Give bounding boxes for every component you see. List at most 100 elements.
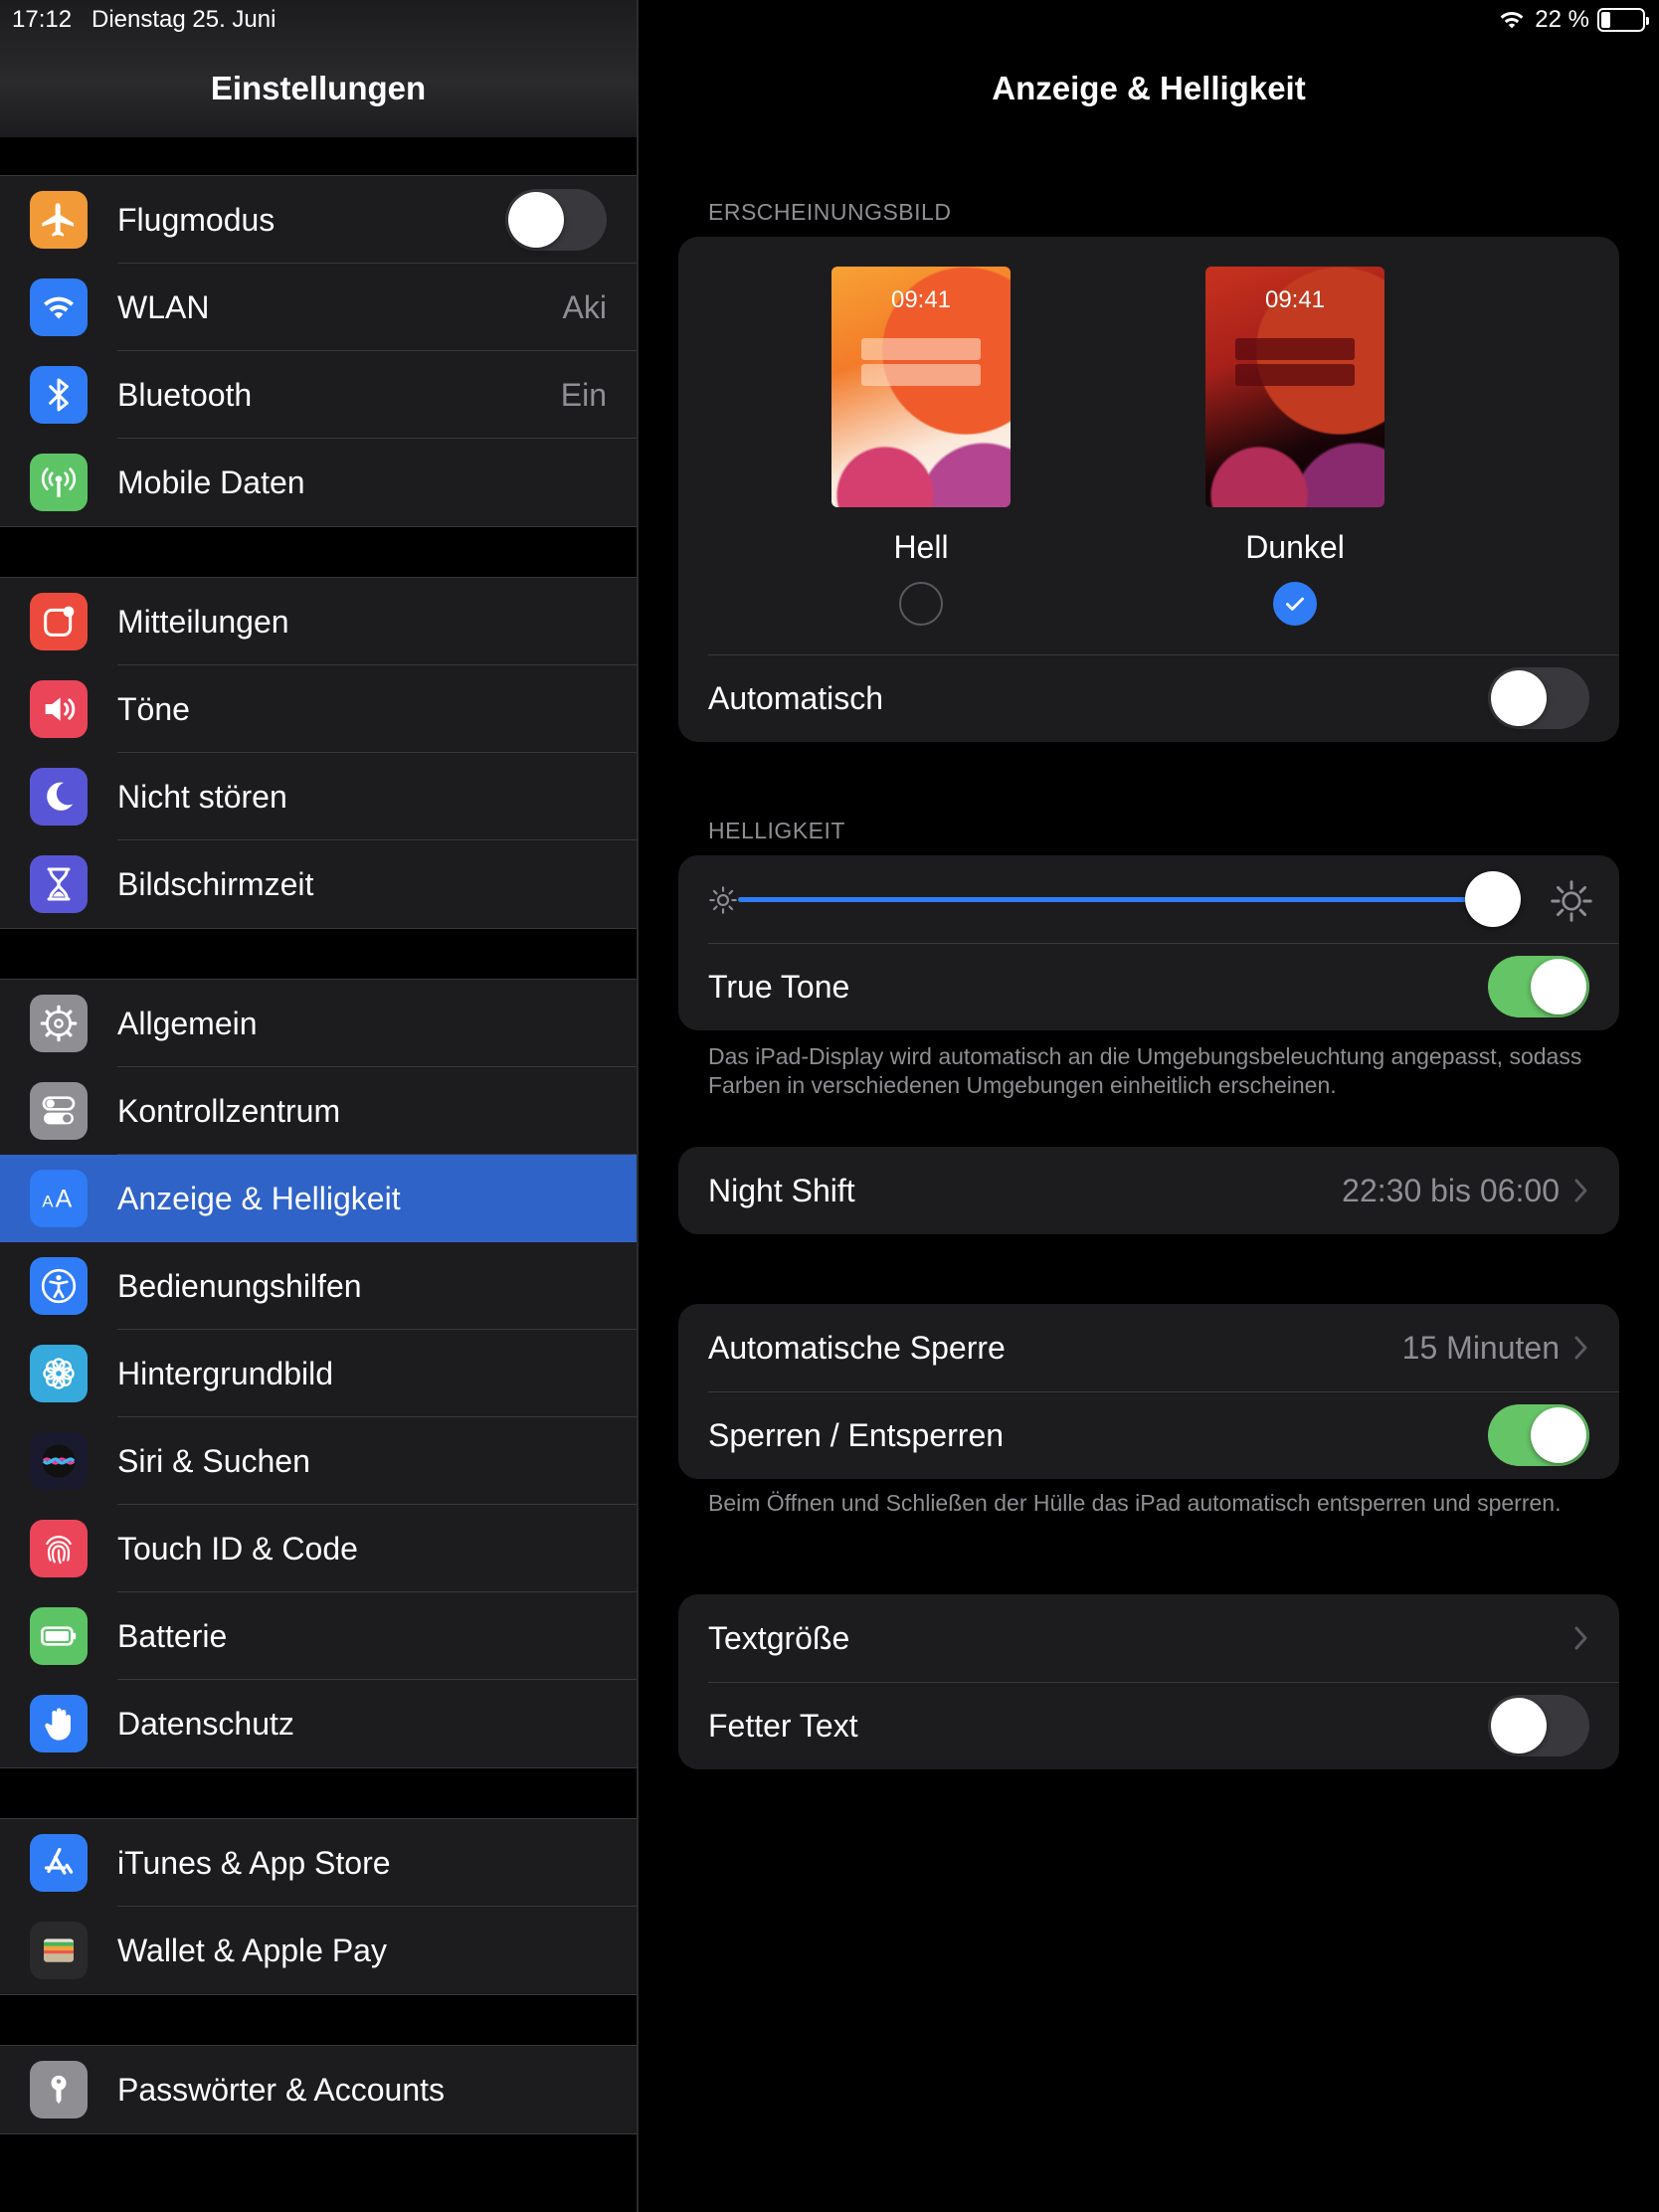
battery-status-icon	[1597, 8, 1649, 32]
gear-icon	[30, 995, 88, 1052]
lock-unlock-toggle[interactable]	[1488, 1404, 1589, 1466]
status-time: 17:12	[12, 6, 73, 33]
sidebar-item-label: Hintergrundbild	[117, 1355, 334, 1391]
night-shift-row[interactable]: Night Shift 22:30 bis 06:00	[678, 1147, 1619, 1234]
sidebar-item-label: Mobile Daten	[117, 463, 305, 500]
flugmodus-toggle[interactable]	[505, 189, 607, 251]
true-tone-toggle[interactable]	[1488, 956, 1589, 1017]
sidebar-group: Passwörter & Accounts	[0, 2045, 637, 2134]
automatic-label: Automatisch	[708, 679, 884, 716]
auto-lock-row[interactable]: Automatische Sperre 15 Minuten	[678, 1304, 1619, 1391]
sidebar-item-bluetooth[interactable]: Bluetooth Ein	[0, 351, 637, 439]
battery-icon	[30, 1607, 88, 1665]
sidebar-item-touch-id-code[interactable]: Touch ID & Code	[0, 1505, 637, 1592]
sidebar-item-bedienungshilfen[interactable]: Bedienungshilfen	[0, 1242, 637, 1330]
sidebar-item-itunes-app-store[interactable]: iTunes & App Store	[0, 1819, 637, 1907]
detail-pane: Anzeige & Helligkeit ERSCHEINUNGSBILD 09…	[639, 0, 1659, 2212]
sidebar-item-wlan[interactable]: WLAN Aki	[0, 264, 637, 351]
dark-mode-option[interactable]: 09:41 Dunkel	[1205, 267, 1384, 626]
lock-unlock-label: Sperren / Entsperren	[708, 1416, 1005, 1453]
sidebar-item-anzeige-helligkeit[interactable]: A A Anzeige & Helligkeit	[0, 1155, 637, 1242]
automatic-row: Automatisch	[678, 654, 1619, 742]
toggle-knob	[1491, 670, 1547, 726]
speaker-icon	[30, 680, 88, 738]
sidebar-item-kontrollzentrum[interactable]: Kontrollzentrum	[0, 1067, 637, 1155]
sidebar-item-datenschutz[interactable]: Datenschutz	[0, 1680, 637, 1767]
accessibility-icon	[30, 1257, 88, 1315]
dark-preview-time: 09:41	[1264, 286, 1326, 313]
wifi-status-icon	[1500, 11, 1524, 29]
svg-text:A: A	[42, 1192, 54, 1210]
dark-preview-widget	[1235, 364, 1355, 386]
sidebar-item-label: Bedienungshilfen	[117, 1267, 362, 1304]
sidebar-item-siri-suchen[interactable]: Siri & Suchen	[0, 1417, 637, 1505]
row-separator	[708, 654, 1619, 655]
sidebar-item-label: Anzeige & Helligkeit	[117, 1180, 401, 1216]
row-separator	[708, 1682, 1619, 1683]
sidebar-item-label: Flugmodus	[117, 201, 276, 238]
brightness-slider-thumb[interactable]	[1464, 871, 1521, 927]
chevron-right-icon	[1574, 1179, 1587, 1202]
sidebar-item-value: Aki	[562, 288, 607, 325]
sidebar-item-nicht-stören[interactable]: Nicht stören	[0, 753, 637, 840]
hourglass-icon	[30, 855, 88, 913]
sidebar-item-label: WLAN	[117, 288, 210, 325]
sidebar-item-hintergrundbild[interactable]: Hintergrundbild	[0, 1330, 637, 1417]
brightness-slider-fill	[738, 897, 1493, 902]
toggle-knob	[1531, 1407, 1586, 1463]
sidebar-item-label: Allgemein	[117, 1005, 258, 1041]
sun-large-icon	[1551, 880, 1592, 922]
toggle-knob	[508, 192, 564, 248]
auto-lock-value: 15 Minuten	[1401, 1329, 1560, 1366]
wifi-icon	[30, 278, 88, 336]
sidebar-item-label: Töne	[117, 690, 190, 727]
sidebar-item-batterie[interactable]: Batterie	[0, 1592, 637, 1680]
sidebar-item-allgemein[interactable]: Allgemein	[0, 980, 637, 1067]
bold-text-toggle[interactable]	[1488, 1695, 1589, 1756]
sidebar-item-wallet-apple-pay[interactable]: Wallet & Apple Pay	[0, 1907, 637, 1994]
sidebar-item-label: Siri & Suchen	[117, 1442, 310, 1479]
wallet-icon	[30, 1922, 88, 1979]
brightness-slider[interactable]	[738, 897, 1516, 902]
switches-icon	[30, 1082, 88, 1140]
sidebar-item-label: Wallet & Apple Pay	[117, 1932, 387, 1968]
automatic-toggle[interactable]	[1488, 667, 1589, 729]
status-date: Dienstag 25. Juni	[92, 6, 276, 33]
text-size-label: Textgröße	[708, 1619, 850, 1656]
sidebar-group: Mitteilungen Töne Nicht stören Bildschirmze…	[0, 577, 637, 929]
text-size-row[interactable]: Textgröße	[678, 1594, 1619, 1682]
dark-mode-preview[interactable]: 09:41	[1205, 267, 1384, 507]
bold-text-label: Fetter Text	[708, 1707, 858, 1744]
sidebar-item-bildschirmzeit[interactable]: Bildschirmzeit	[0, 840, 637, 928]
light-mode-option[interactable]: 09:41 Hell	[831, 267, 1011, 626]
sidebar-item-flugmodus[interactable]: Flugmodus	[0, 176, 637, 264]
chevron-right-icon	[1574, 1626, 1587, 1650]
light-mode-preview[interactable]: 09:41	[831, 267, 1011, 507]
key-icon	[30, 2061, 88, 2119]
brightness-section-header: HELLIGKEIT	[708, 818, 845, 843]
dark-mode-radio[interactable]	[1273, 582, 1317, 626]
flower-icon	[30, 1345, 88, 1402]
light-mode-radio[interactable]	[899, 582, 943, 626]
status-bar: 17:12 Dienstag 25. Juni 22 %	[0, 0, 1659, 40]
sidebar-title: Einstellungen	[210, 70, 427, 106]
hand-icon	[30, 1695, 88, 1752]
light-preview-time: 09:41	[890, 286, 952, 313]
sidebar-item-töne[interactable]: Töne	[0, 665, 637, 753]
siri-icon	[30, 1432, 88, 1490]
lock-card: Automatische Sperre 15 Minuten Sperren /…	[678, 1304, 1619, 1479]
lock-unlock-row: Sperren / Entsperren	[678, 1391, 1619, 1479]
sidebar-item-mobile-daten[interactable]: Mobile Daten	[0, 439, 637, 526]
toggle-knob	[1491, 1698, 1547, 1753]
fingerprint-icon	[30, 1520, 88, 1577]
sidebar-item-label: Nicht stören	[117, 778, 287, 815]
light-mode-label: Hell	[893, 529, 949, 565]
notifications-icon	[30, 593, 88, 650]
night-shift-card: Night Shift 22:30 bis 06:00	[678, 1147, 1619, 1234]
sidebar-item-mitteilungen[interactable]: Mitteilungen	[0, 578, 637, 665]
true-tone-row: True Tone	[678, 943, 1619, 1030]
sidebar-item-passwörter-accounts[interactable]: Passwörter & Accounts	[0, 2046, 637, 2133]
bold-text-row: Fetter Text	[678, 1682, 1619, 1769]
night-shift-label: Night Shift	[708, 1172, 855, 1208]
